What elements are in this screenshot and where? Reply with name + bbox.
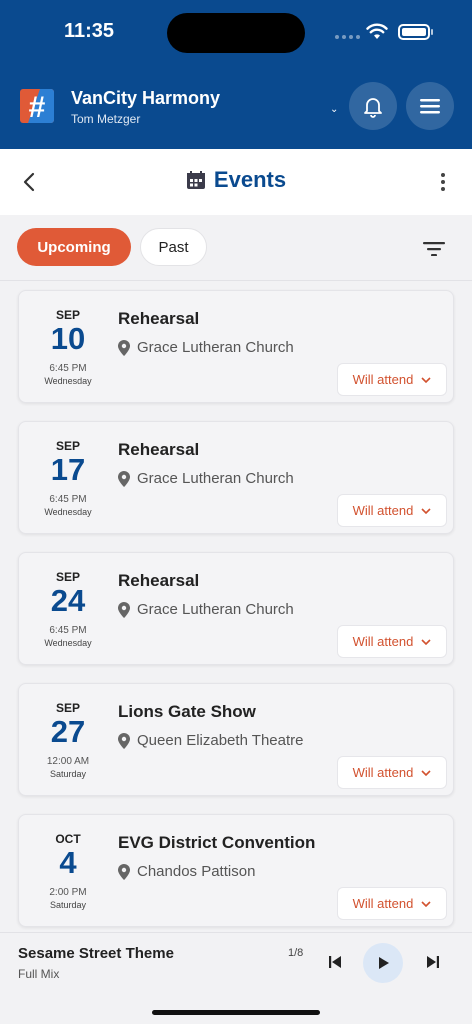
location-pin-icon xyxy=(118,863,130,880)
event-weekday: Saturday xyxy=(49,900,87,910)
menu-button[interactable] xyxy=(406,82,454,130)
event-location: Queen Elizabeth Theatre xyxy=(137,732,304,749)
event-time: 6:45 PM xyxy=(49,363,87,374)
chevron-down-icon xyxy=(421,638,431,645)
calendar-icon xyxy=(186,171,205,189)
bell-icon xyxy=(364,98,382,118)
event-month: OCT xyxy=(55,832,81,846)
app-header: 11:35 # VanCity Harmony Tom Metzger ⌄ xyxy=(0,0,472,149)
event-title: Rehearsal xyxy=(118,571,200,590)
rsvp-dropdown[interactable]: Will attend xyxy=(337,625,447,658)
rsvp-status: Will attend xyxy=(352,896,414,911)
dynamic-island xyxy=(167,13,305,53)
event-day: 24 xyxy=(50,583,86,618)
home-indicator[interactable] xyxy=(152,1010,320,1015)
event-location: Grace Lutheran Church xyxy=(137,339,294,356)
hash-logo: # xyxy=(20,89,54,123)
track-mix: Full Mix xyxy=(18,967,60,981)
event-card[interactable]: SEP 17 6:45 PM Wednesday Rehearsal Grace… xyxy=(18,421,454,534)
play-button[interactable] xyxy=(363,943,403,983)
rsvp-status: Will attend xyxy=(352,503,414,518)
title-bar: Events xyxy=(0,149,472,215)
event-month: SEP xyxy=(55,570,80,584)
event-weekday: Wednesday xyxy=(44,507,92,517)
event-weekday: Wednesday xyxy=(44,638,92,648)
user-name: Tom Metzger xyxy=(71,112,141,126)
event-location: Chandos Pattison xyxy=(137,863,256,880)
group-name[interactable]: VanCity Harmony xyxy=(71,88,220,109)
play-icon xyxy=(379,957,389,969)
event-month: SEP xyxy=(55,701,80,715)
chevron-down-icon xyxy=(421,900,431,907)
chevron-down-icon xyxy=(421,376,431,383)
rsvp-status: Will attend xyxy=(352,765,414,780)
hamburger-icon xyxy=(420,99,440,114)
event-location: Grace Lutheran Church xyxy=(137,601,294,618)
track-title[interactable]: Sesame Street Theme xyxy=(18,945,174,962)
event-list: SEP 10 6:45 PM Wednesday Rehearsal Grace… xyxy=(0,282,472,932)
event-day: 27 xyxy=(50,714,86,749)
chevron-down-icon xyxy=(421,769,431,776)
location-pin-icon xyxy=(118,732,130,749)
event-time: 6:45 PM xyxy=(49,625,87,636)
event-card[interactable]: SEP 27 12:00 AM Saturday Lions Gate Show… xyxy=(18,683,454,796)
event-location: Grace Lutheran Church xyxy=(137,470,294,487)
event-card[interactable]: SEP 24 6:45 PM Wednesday Rehearsal Grace… xyxy=(18,552,454,665)
event-weekday: Wednesday xyxy=(44,376,92,386)
event-weekday: Saturday xyxy=(49,769,87,779)
location-pin-icon xyxy=(118,470,130,487)
battery-icon xyxy=(398,24,430,40)
chevron-down-icon[interactable]: ⌄ xyxy=(330,104,338,115)
event-day: 4 xyxy=(59,845,77,880)
rsvp-dropdown[interactable]: Will attend xyxy=(337,363,447,396)
event-time: 6:45 PM xyxy=(49,494,87,505)
status-time: 11:35 xyxy=(64,20,115,42)
filter-icon[interactable] xyxy=(423,242,445,256)
rsvp-dropdown[interactable]: Will attend xyxy=(337,756,447,789)
event-day: 17 xyxy=(50,452,86,487)
wifi-icon xyxy=(366,23,388,39)
location-pin-icon xyxy=(118,339,130,356)
svg-text:#: # xyxy=(29,91,46,123)
event-title: Lions Gate Show xyxy=(118,702,256,721)
event-day: 10 xyxy=(50,321,86,356)
event-tabs: Upcoming Past xyxy=(0,215,472,281)
next-track-icon[interactable] xyxy=(426,955,440,969)
page-title: Events xyxy=(213,167,287,192)
chevron-down-icon xyxy=(421,507,431,514)
event-month: SEP xyxy=(55,308,80,322)
event-time: 12:00 AM xyxy=(46,756,90,767)
location-pin-icon xyxy=(118,601,130,618)
event-title: Rehearsal xyxy=(118,309,200,328)
event-title: Rehearsal xyxy=(118,440,200,459)
cellular-signal-icon xyxy=(335,35,360,39)
notifications-button[interactable] xyxy=(349,82,397,130)
event-title: EVG District Convention xyxy=(118,833,316,852)
previous-track-icon[interactable] xyxy=(328,955,342,969)
track-position: 1/8 xyxy=(288,947,304,959)
rsvp-dropdown[interactable]: Will attend xyxy=(337,494,447,527)
event-card[interactable]: SEP 10 6:45 PM Wednesday Rehearsal Grace… xyxy=(18,290,454,403)
event-card[interactable]: OCT 4 2:00 PM Saturday EVG District Conv… xyxy=(18,814,454,927)
more-options-icon[interactable] xyxy=(441,173,445,191)
rsvp-dropdown[interactable]: Will attend xyxy=(337,887,447,920)
rsvp-status: Will attend xyxy=(352,634,414,649)
rsvp-status: Will attend xyxy=(352,372,414,387)
event-month: SEP xyxy=(55,439,80,453)
event-time: 2:00 PM xyxy=(49,887,87,898)
tab-past[interactable]: Past xyxy=(140,228,207,266)
tab-upcoming[interactable]: Upcoming xyxy=(17,228,131,266)
